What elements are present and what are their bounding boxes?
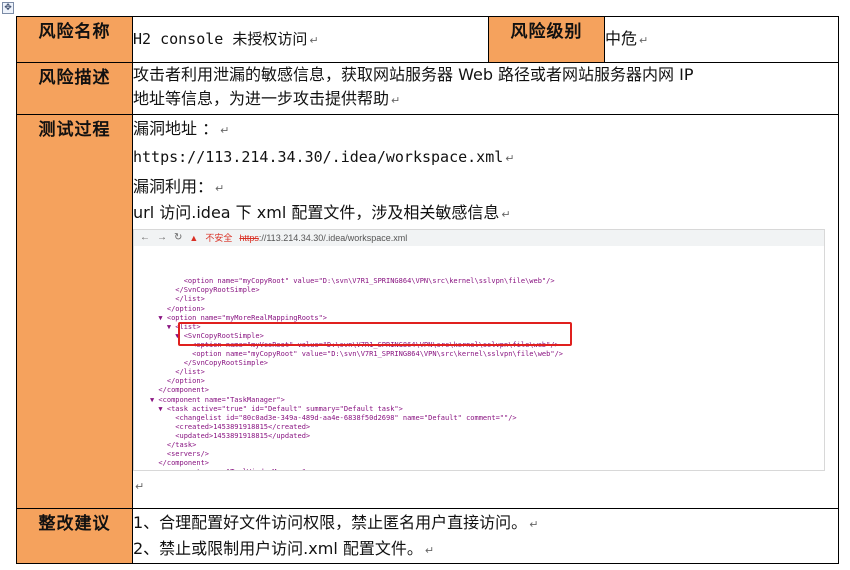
xml-code-line: ▼ <task active="true" id="Default" summa… bbox=[150, 404, 403, 413]
xml-code-line: ▼ <component name="TaskManager"> bbox=[150, 395, 285, 404]
xml-code-line: <changelist id="80c0ad3e-349a-489d-aa4e-… bbox=[150, 413, 517, 422]
xml-code-line: </SvnCopyRootSimple> bbox=[150, 359, 269, 368]
risk-desc-line2: 地址等信息，为进一步攻击提供帮助 bbox=[133, 89, 390, 108]
vuln-url: https://113.214.34.30/.idea/workspace.xm… bbox=[133, 148, 504, 166]
xml-source-view: <option name="myCopyRoot" value="D:\svn\… bbox=[134, 246, 824, 470]
xml-code-line: <created>1453891918815</created> bbox=[150, 422, 311, 431]
move-anchor-icon[interactable]: ✥ bbox=[2, 2, 14, 14]
risk-name-text: H2 console 未授权访问 bbox=[133, 29, 308, 48]
risk-report-table: 风险名称 H2 console 未授权访问 ↵ 风险级别 中危 ↵ 风险描述 攻击者… bbox=[16, 16, 839, 564]
xml-code-line: </list> bbox=[150, 368, 205, 377]
test-process-row: 测试过程 漏洞地址 ： ↵ https://113.214.34.30/.idea… bbox=[16, 114, 839, 509]
xml-code-line: </task> bbox=[150, 440, 197, 449]
fix-suggestion-label: 整改建议 bbox=[16, 508, 133, 564]
risk-name-value: H2 console 未授权访问 ↵ bbox=[132, 16, 489, 63]
xml-code-line: </component> bbox=[150, 386, 210, 395]
xml-code-line: </list> bbox=[150, 295, 205, 304]
risk-level-text: 中危 bbox=[605, 28, 638, 48]
exploit-desc: url 访问.idea 下 xml 配置文件，涉及相关敏感信息 bbox=[133, 203, 500, 222]
xml-code-line: <updated>1453891918815</updated> bbox=[150, 431, 311, 440]
risk-level-value: 中危 ↵ bbox=[604, 16, 839, 63]
test-process-value: 漏洞地址 ： ↵ https://113.214.34.30/.idea/work… bbox=[132, 114, 839, 509]
address-rest: ://113.214.34.30/.idea/workspace.xml bbox=[258, 233, 408, 243]
vuln-address-label: 漏洞地址 ： bbox=[133, 119, 219, 138]
test-process-label: 测试过程 bbox=[16, 114, 133, 509]
xml-code-line: </option> bbox=[150, 377, 205, 386]
xml-code-line: </SvnCopyRootSimple> bbox=[150, 286, 260, 295]
address-scheme: https bbox=[239, 233, 259, 243]
browser-screenshot: ← → ↻ ▲ 不安全 https://113.214.34.30/.idea/… bbox=[133, 229, 825, 471]
fix-item-2: 2、禁止或限制用户访问.xml 配置文件。 bbox=[133, 539, 423, 558]
fix-suggestion-value: 1、合理配置好文件访问权限，禁止匿名用户直接访问。 ↵ 2、禁止或限制用户访问.x… bbox=[132, 508, 839, 564]
risk-name-row: 风险名称 H2 console 未授权访问 ↵ 风险级别 中危 ↵ bbox=[16, 16, 839, 63]
xml-code-line: <option name="myCopyRoot" value="D:\svn\… bbox=[150, 277, 555, 286]
xml-code-line: </component> bbox=[150, 459, 210, 468]
risk-desc-label: 风险描述 bbox=[16, 62, 133, 115]
risk-level-label: 风险级别 bbox=[488, 16, 605, 63]
risk-desc-value: 攻击者利用泄漏的敏感信息，获取网站服务器 Web 路径或者网站服务器内网 IP … bbox=[132, 62, 839, 115]
fix-item-1: 1、合理配置好文件访问权限，禁止匿名用户直接访问。 bbox=[133, 513, 528, 532]
xml-code-line: <option name="myCopyRoot" value="D:\svn\… bbox=[150, 350, 564, 359]
exploit-label: 漏洞利用： bbox=[133, 177, 214, 196]
xml-code-line: <servers/> bbox=[150, 450, 210, 459]
risk-desc-line1: 攻击者利用泄漏的敏感信息，获取网站服务器 Web 路径或者网站服务器内网 IP bbox=[133, 65, 694, 84]
risk-name-label: 风险名称 bbox=[16, 16, 133, 63]
browser-address-bar: ← → ↻ ▲ 不安全 https://113.214.34.30/.idea/… bbox=[134, 230, 824, 246]
risk-desc-row: 风险描述 攻击者利用泄漏的敏感信息，获取网站服务器 Web 路径或者网站服务器内… bbox=[16, 62, 839, 115]
highlight-box bbox=[178, 322, 572, 346]
xml-code-line: ▼ <component name="ToolWindowManager"> bbox=[150, 468, 824, 470]
xml-code-line: </option> bbox=[150, 304, 205, 313]
fix-suggestion-row: 整改建议 1、合理配置好文件访问权限，禁止匿名用户直接访问。 ↵ 2、禁止或限制用… bbox=[16, 508, 839, 564]
